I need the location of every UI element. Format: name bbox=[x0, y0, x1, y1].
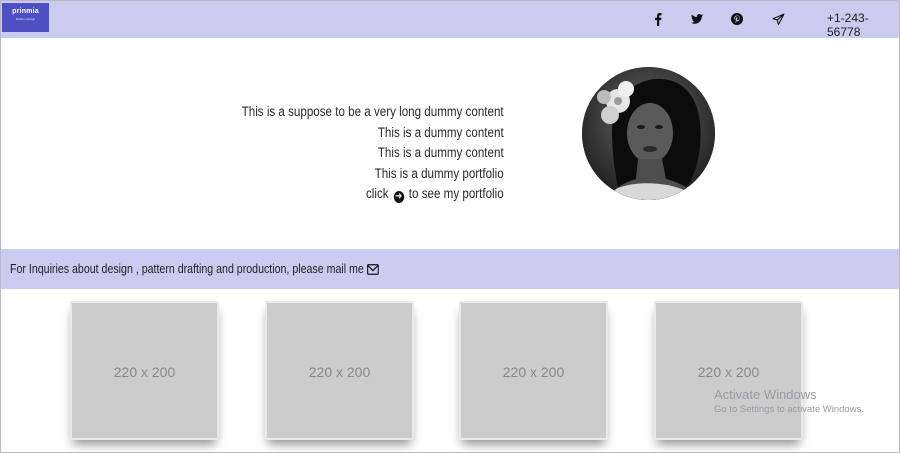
pinterest-icon[interactable] bbox=[727, 0, 747, 38]
hero-line-2: This is a dummy content bbox=[378, 124, 504, 140]
envelope-icon[interactable] bbox=[367, 264, 380, 278]
card-label: 220 x 200 bbox=[697, 364, 760, 380]
inquiry-message: For Inquiries about design , pattern dra… bbox=[10, 262, 364, 276]
inquiry-band: For Inquiries about design , pattern dra… bbox=[0, 249, 900, 289]
logo-name: prinmia bbox=[12, 8, 39, 15]
hero-line-3: This is a dummy content bbox=[378, 145, 504, 160]
hero-line-1: This is a suppose to be a very long dumm… bbox=[241, 104, 504, 119]
header-bar: prinmia fashion design +1-243-56778 bbox=[0, 0, 900, 39]
facebook-icon[interactable] bbox=[648, 0, 668, 38]
placeholder-card-1[interactable]: 220 x 200 bbox=[70, 301, 219, 440]
inquiry-text: For Inquiries about design , pattern dra… bbox=[10, 262, 380, 278]
placeholder-card-4[interactable]: 220 x 200 bbox=[654, 301, 803, 440]
watermark-title: Activate Windows bbox=[714, 387, 817, 402]
placeholder-card-2[interactable]: 220 x 200 bbox=[265, 301, 414, 440]
portfolio-cta: click ➜ to see my portfolio bbox=[242, 184, 504, 205]
phone-number[interactable]: +1-243-56778 bbox=[827, 11, 900, 39]
arrow-circle-right-icon[interactable]: ➜ bbox=[393, 191, 405, 203]
cta-text-after: to see my portfolio bbox=[409, 186, 504, 201]
twitter-icon[interactable] bbox=[687, 0, 707, 38]
cta-text-before: click bbox=[366, 186, 389, 201]
card-label: 220 x 200 bbox=[113, 364, 176, 380]
logo-tagline: fashion design bbox=[15, 17, 36, 21]
placeholder-card-3[interactable]: 220 x 200 bbox=[459, 301, 608, 440]
profile-photo bbox=[582, 67, 715, 200]
logo[interactable]: prinmia fashion design bbox=[2, 3, 49, 32]
send-icon[interactable] bbox=[768, 0, 788, 38]
card-label: 220 x 200 bbox=[502, 364, 565, 380]
hero-line-4: This is a dummy portfolio bbox=[374, 165, 504, 181]
activate-windows-watermark: Activate Windows Go to Settings to activ… bbox=[714, 387, 864, 415]
card-label: 220 x 200 bbox=[308, 364, 371, 380]
hero-text: This is a suppose to be a very long dumm… bbox=[242, 102, 504, 205]
watermark-subtitle: Go to Settings to activate Windows. bbox=[714, 404, 864, 415]
